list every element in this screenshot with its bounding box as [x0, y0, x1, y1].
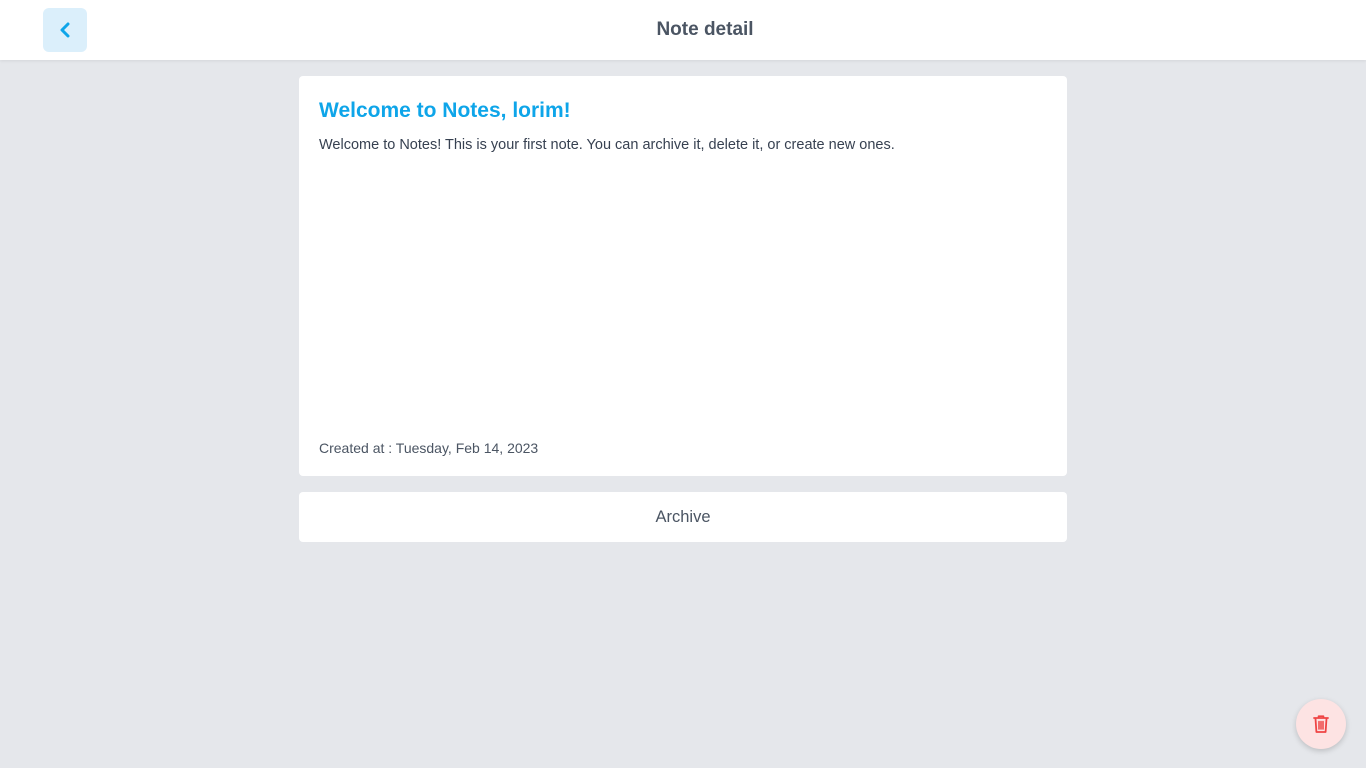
- note-body: Welcome to Notes! This is your first not…: [319, 137, 895, 153]
- top-bar: Note detail: [0, 0, 1366, 60]
- page-title: Note detail: [656, 19, 754, 40]
- delete-button[interactable]: [1296, 699, 1346, 749]
- note-title: Welcome to Notes, lorim!: [319, 99, 571, 122]
- archive-button[interactable]: Archive: [299, 492, 1067, 542]
- trash-icon: [1312, 714, 1330, 734]
- note-card: Welcome to Notes, lorim! Welcome to Note…: [299, 76, 1067, 476]
- note-created-date: Created at : Tuesday, Feb 14, 2023: [319, 440, 539, 456]
